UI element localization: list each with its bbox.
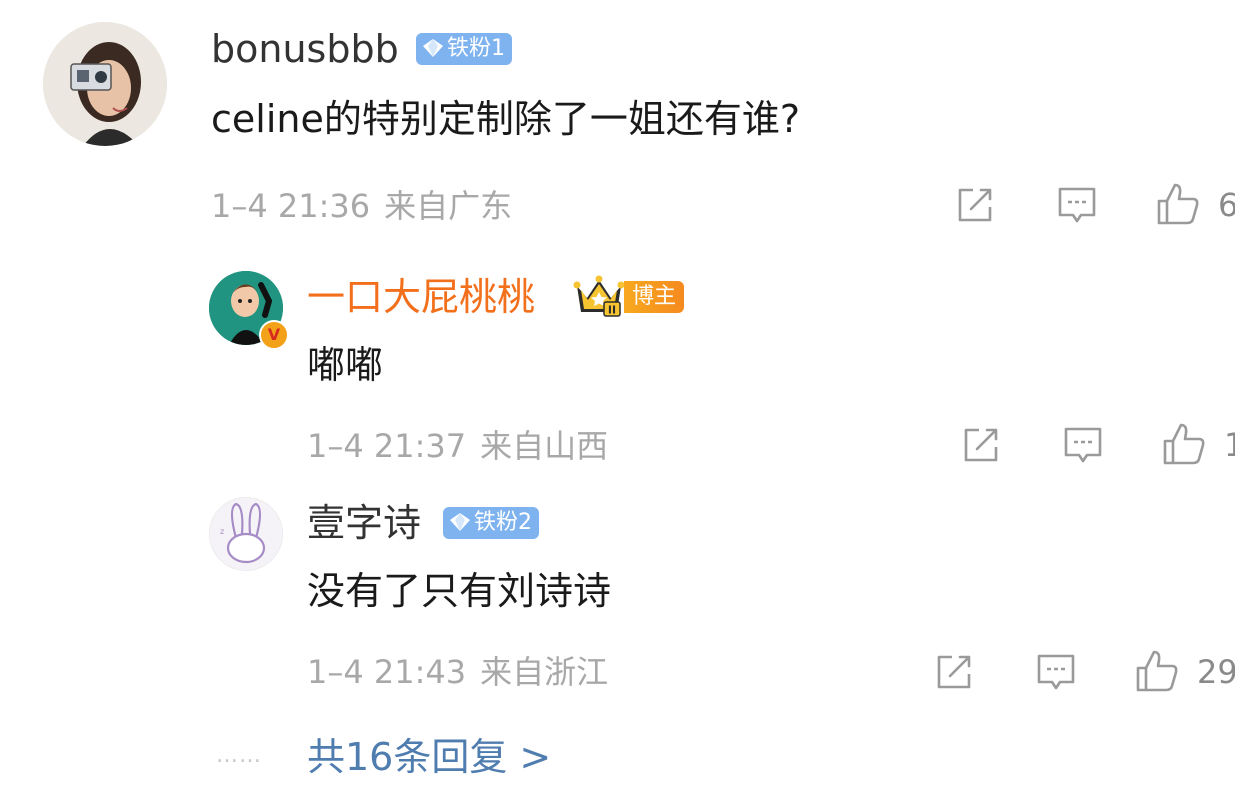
svg-text:z: z xyxy=(220,527,224,536)
reply-avatar[interactable]: z xyxy=(209,497,283,571)
diamond-icon xyxy=(450,512,470,531)
reply-location: 来自山西 xyxy=(480,427,609,465)
diamond-icon xyxy=(423,38,443,57)
reply-username[interactable]: 壹字诗 xyxy=(307,504,421,542)
more-replies-link[interactable]: 共16条回复 > xyxy=(307,738,551,776)
avatar[interactable] xyxy=(43,22,167,146)
avatar-illustration: z xyxy=(210,498,282,570)
comment-meta: 1–4 21:36 来自广东 xyxy=(211,190,526,222)
like-icon[interactable] xyxy=(1134,648,1180,694)
reply-username[interactable]: 一口大屁桃桃 xyxy=(307,278,535,316)
more-dots: …… xyxy=(216,743,262,768)
avatar-photo xyxy=(43,22,167,146)
blogger-badge[interactable]: 博主 xyxy=(624,281,685,313)
fan-badge[interactable]: 铁粉1 xyxy=(416,33,512,65)
fan-badge-label: 铁粉1 xyxy=(447,36,505,61)
reply-meta: 1–4 21:43 来自浙江 xyxy=(307,656,622,688)
comment-time: 1–4 21:36 xyxy=(211,187,371,225)
verified-badge: V xyxy=(259,320,289,350)
like-count: 29 xyxy=(1197,653,1235,691)
crown-level: II xyxy=(608,304,616,317)
reply-text: 没有了只有刘诗诗 xyxy=(307,569,612,613)
share-icon[interactable] xyxy=(959,423,1003,467)
comment-icon[interactable] xyxy=(1055,183,1099,227)
reply-time: 1–4 21:43 xyxy=(307,653,467,691)
reply-location: 来自浙江 xyxy=(480,653,609,691)
comment-icon[interactable] xyxy=(1061,423,1105,467)
reply-time: 1–4 21:37 xyxy=(307,427,467,465)
comment-text: celine的特别定制除了一姐还有谁? xyxy=(211,97,801,141)
share-icon[interactable] xyxy=(932,650,976,694)
comment-icon[interactable] xyxy=(1034,650,1078,694)
username[interactable]: bonusbbb xyxy=(211,30,399,68)
like-icon[interactable] xyxy=(1161,421,1207,467)
fan-badge[interactable]: 铁粉2 xyxy=(443,507,539,539)
reply-text: 嘟嘟 xyxy=(307,343,384,387)
crown-icon: II xyxy=(573,275,625,317)
like-count: 6 xyxy=(1218,186,1235,224)
fan-badge-label: 铁粉2 xyxy=(474,510,532,535)
like-count: 1 xyxy=(1224,426,1235,464)
like-icon[interactable] xyxy=(1155,181,1201,227)
reply-meta: 1–4 21:37 来自山西 xyxy=(307,430,622,462)
share-icon[interactable] xyxy=(953,183,997,227)
comment-thread: bonusbbb 铁粉1 celine的特别定制除了一姐还有谁? 1–4 21:… xyxy=(0,0,1235,792)
comment-location: 来自广东 xyxy=(384,187,513,225)
